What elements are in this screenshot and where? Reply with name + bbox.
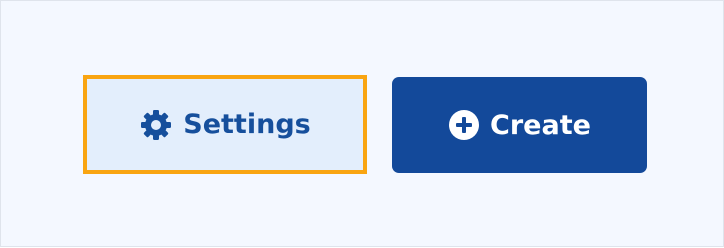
- settings-button[interactable]: Settings: [83, 75, 367, 174]
- settings-button-label: Settings: [183, 109, 311, 140]
- gear-icon: [139, 108, 173, 142]
- create-button-label: Create: [490, 109, 591, 141]
- create-button[interactable]: Create: [392, 77, 647, 173]
- button-panel: Settings Create: [0, 0, 724, 247]
- plus-circle-icon: [448, 109, 480, 141]
